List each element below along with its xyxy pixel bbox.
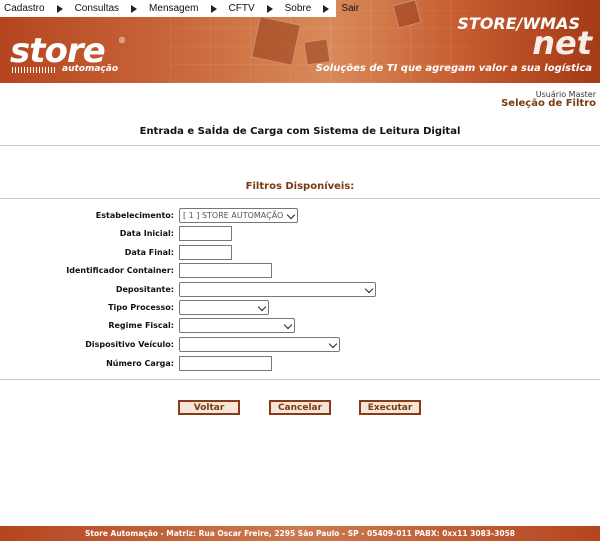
cube-decoration — [303, 38, 331, 66]
row-data-final: Data Final: — [0, 244, 600, 260]
menu-item-cadastro[interactable]: Cadastro — [4, 3, 73, 14]
data-final-input[interactable] — [179, 244, 232, 260]
divider — [0, 145, 600, 146]
row-dispositivo-veiculo: Dispositivo Veículo: — [0, 336, 600, 352]
row-depositante: Depositante: — [0, 281, 600, 297]
data-inicial-input[interactable] — [179, 225, 232, 241]
logo-subtitle: automação — [62, 64, 119, 74]
row-tipo-processo: Tipo Processo: — [0, 299, 600, 315]
page-subtitle: Entrada e SaÍda de Carga com Sistema de … — [139, 126, 461, 137]
tagline: Soluções de TI que agregam valor a sua l… — [315, 63, 592, 74]
row-estabelecimento: Estabelecimento: [ 1 ] STORE AUTOMAÇÃO — [0, 207, 600, 223]
menu-item-label: Sair — [341, 3, 360, 14]
estabelecimento-label: Estabelecimento: — [95, 210, 174, 220]
product-suffix: net — [532, 24, 592, 62]
chevron-down-icon — [364, 284, 374, 293]
arrow-right-icon — [323, 4, 330, 13]
menu-bar: Cadastro Consultas Mensagem CFTV Sobre S… — [0, 0, 359, 17]
estabelecimento-select[interactable]: [ 1 ] STORE AUTOMAÇÃO — [179, 207, 298, 223]
menu-item-sobre[interactable]: Sobre — [285, 3, 340, 14]
depositante-label: Depositante: — [115, 284, 174, 294]
numero-carga-input[interactable] — [179, 355, 272, 371]
row-numero-carga: Número Carga: — [0, 355, 600, 371]
registered-icon: ® — [118, 36, 126, 45]
arrow-right-icon — [131, 4, 138, 13]
data-inicial-label: Data Inicial: — [119, 228, 174, 238]
executar-button[interactable]: Executar — [359, 400, 421, 415]
identificador-container-label: Identificador Container: — [66, 265, 174, 275]
header-banner: Cadastro Consultas Mensagem CFTV Sobre S… — [0, 0, 600, 83]
tipo-processo-label: Tipo Processo: — [108, 302, 174, 312]
barcode-decoration — [12, 67, 56, 73]
row-regime-fiscal: Regime Fiscal: — [0, 317, 600, 333]
menu-item-mensagem[interactable]: Mensagem — [149, 3, 226, 14]
menu-item-label: CFTV — [228, 3, 255, 14]
divider — [0, 198, 600, 199]
row-identificador-container: Identificador Container: — [0, 262, 600, 278]
menu-item-label: Cadastro — [4, 3, 45, 14]
store-logo: store — [10, 31, 106, 71]
regime-fiscal-label: Regime Fiscal: — [108, 320, 174, 330]
estabelecimento-value: [ 1 ] STORE AUTOMAÇÃO — [183, 210, 284, 220]
arrow-right-icon — [56, 4, 63, 13]
identificador-container-input[interactable] — [179, 262, 272, 278]
menu-item-label: Sobre — [284, 3, 312, 14]
tipo-processo-select[interactable] — [179, 299, 269, 315]
chevron-down-icon — [257, 302, 267, 311]
menu-item-label: Consultas — [74, 3, 120, 14]
cancelar-button[interactable]: Cancelar — [269, 400, 331, 415]
menu-item-consultas[interactable]: Consultas — [75, 3, 147, 14]
regime-fiscal-select[interactable] — [179, 317, 295, 333]
menu-item-cftv[interactable]: CFTV — [229, 3, 283, 14]
menu-item-sair[interactable]: Sair — [341, 3, 371, 14]
chevron-down-icon — [283, 320, 293, 329]
chevron-down-icon — [328, 339, 338, 348]
menu-item-label: Mensagem — [149, 3, 199, 14]
footer-address: Store Automação - Matriz: Rua Oscar Frei… — [0, 526, 600, 541]
data-final-label: Data Final: — [124, 247, 174, 257]
dispositivo-veiculo-label: Dispositivo Veículo: — [85, 339, 174, 349]
divider — [0, 379, 600, 380]
arrow-right-icon — [266, 4, 273, 13]
voltar-button[interactable]: Voltar — [178, 400, 240, 415]
dispositivo-veiculo-select[interactable] — [179, 336, 340, 352]
filters-title: Filtros Disponíveis: — [245, 181, 355, 192]
cube-decoration — [251, 16, 301, 66]
row-data-inicial: Data Inicial: — [0, 225, 600, 241]
numero-carga-label: Número Carga: — [106, 358, 174, 368]
arrow-right-icon — [210, 4, 217, 13]
depositante-select[interactable] — [179, 281, 376, 297]
page-title: Seleção de Filtro — [501, 98, 596, 109]
chevron-down-icon — [286, 210, 296, 219]
